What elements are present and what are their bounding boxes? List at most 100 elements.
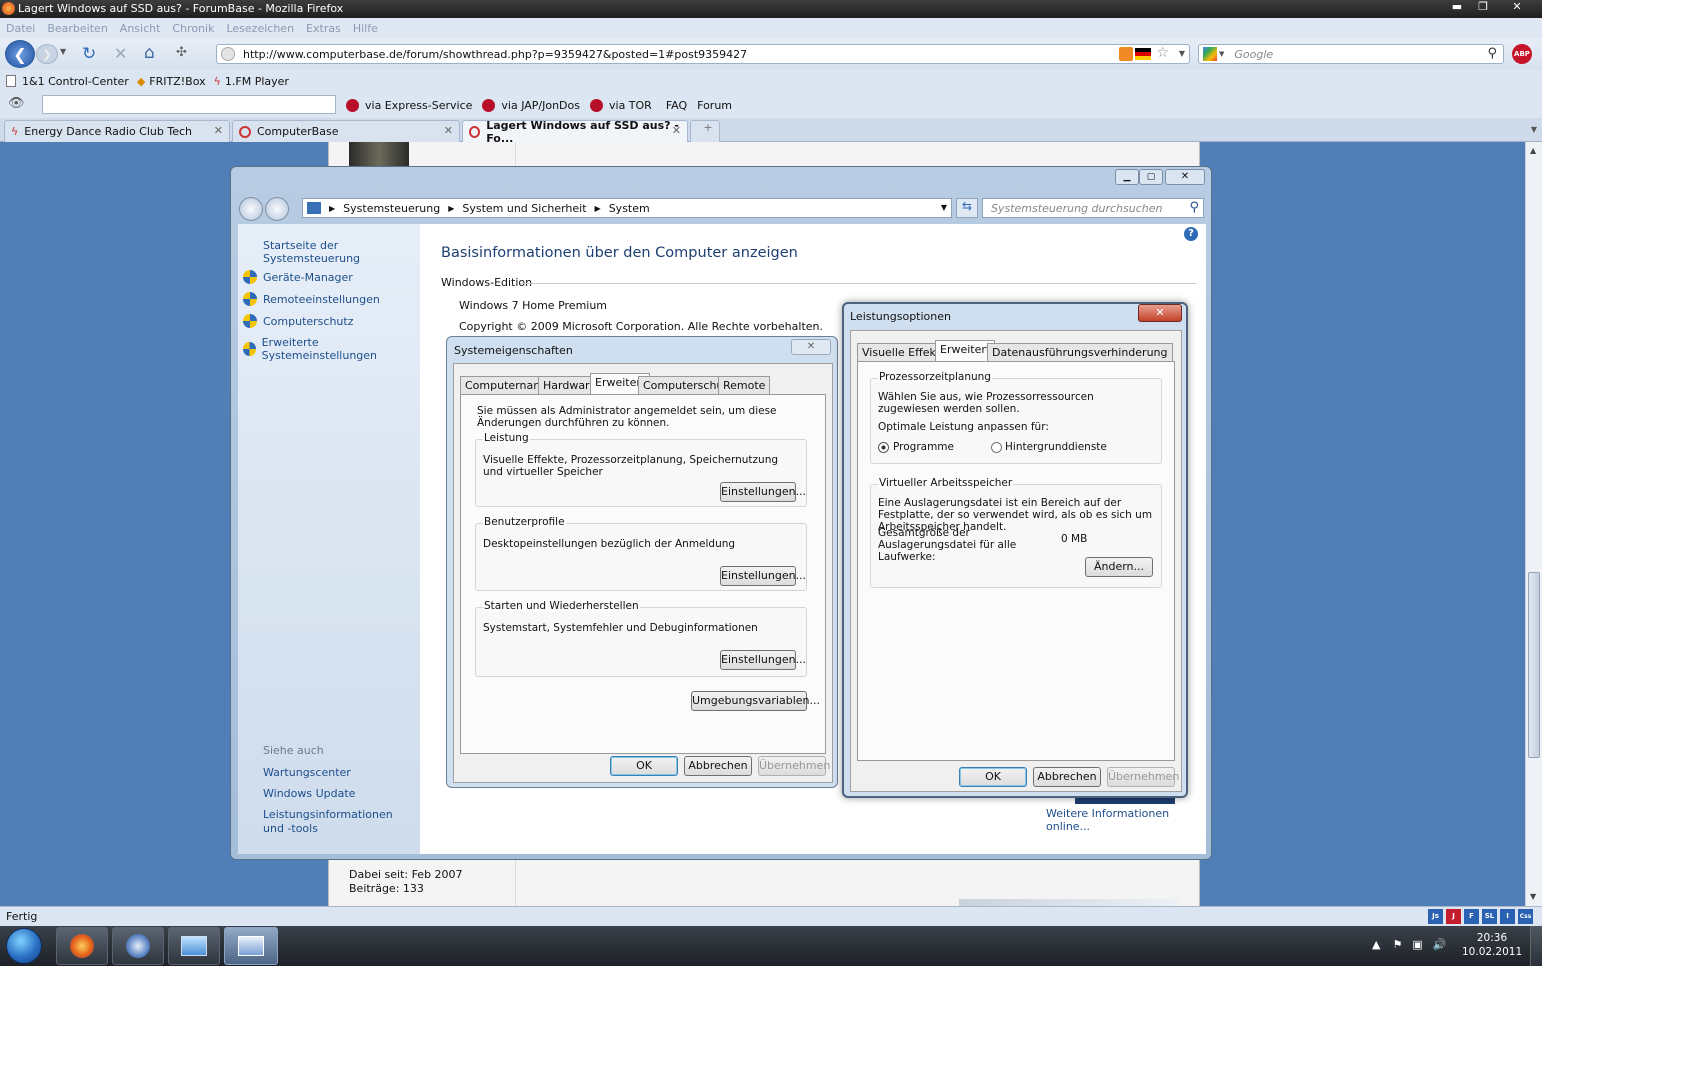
search-bar[interactable]: ▼ Google ⚲	[1198, 44, 1504, 64]
change-button[interactable]: Ändern...	[1085, 557, 1153, 577]
url-bar[interactable]: http://www.computerbase.de/forum/showthr…	[216, 44, 1190, 64]
menu-ansicht[interactable]: Ansicht	[120, 22, 161, 35]
breadcrumb-systemsteuerung[interactable]: Systemsteuerung	[343, 202, 440, 215]
taskbar-control-panel[interactable]	[224, 927, 278, 965]
help-icon[interactable]: ?	[1184, 227, 1198, 241]
bookmark-1und1[interactable]: 1&1 Control-Center	[22, 75, 129, 88]
cp-forward-button[interactable]	[265, 197, 289, 221]
flash-status-icon[interactable]: F	[1464, 909, 1479, 924]
cp-back-button[interactable]	[239, 197, 263, 221]
forward-button[interactable]: ❯	[36, 44, 58, 64]
faq-link[interactable]: FAQ	[666, 99, 687, 112]
tab-dep[interactable]: Datenausführungsverhinderung	[987, 343, 1173, 361]
windows-update-link[interactable]: Windows Update	[263, 787, 355, 800]
history-dropdown-icon[interactable]: ▼	[60, 47, 66, 56]
rss-icon[interactable]	[1119, 47, 1133, 61]
cp-refresh-icon[interactable]: ⇆	[956, 198, 978, 218]
maximize-button[interactable]: ❐	[1470, 0, 1496, 16]
search-icon[interactable]: ⚲	[1189, 200, 1199, 215]
action-center-flag-icon[interactable]: ⚑	[1392, 938, 1402, 951]
url-text[interactable]: http://www.computerbase.de/forum/showthr…	[243, 48, 747, 61]
profiles-settings-button[interactable]: Einstellungen...	[720, 566, 806, 586]
radio-services[interactable]	[991, 441, 1002, 453]
engine-dropdown-icon[interactable]: ▼	[1219, 50, 1224, 58]
cancel-button[interactable]: Abbrechen	[684, 756, 752, 776]
show-desktop-button[interactable]	[1530, 926, 1542, 966]
device-manager-link[interactable]: Geräte-Manager	[263, 271, 353, 284]
image-status-icon[interactable]: I	[1500, 909, 1515, 924]
performance-settings-button[interactable]: Einstellungen...	[720, 482, 806, 502]
menu-chronik[interactable]: Chronik	[172, 22, 214, 35]
radio-programs[interactable]	[878, 441, 889, 453]
site-identity-icon[interactable]	[221, 47, 235, 61]
clock[interactable]: 20:36 10.02.2011	[1462, 931, 1522, 959]
ok-button[interactable]: OK	[610, 756, 678, 776]
cp-home-link[interactable]: Startseite der Systemsteuerung	[263, 239, 420, 265]
menu-hilfe[interactable]: Hilfe	[353, 22, 378, 35]
more-info-link[interactable]: Weitere Informationen online...	[1046, 807, 1206, 833]
start-button[interactable]	[6, 928, 42, 964]
tab-close-icon[interactable]: ✕	[672, 124, 681, 137]
forum-link[interactable]: Forum	[697, 99, 732, 112]
menu-extras[interactable]: Extras	[306, 22, 341, 35]
cp-close-button[interactable]: ✕	[1165, 169, 1205, 185]
remote-settings-link[interactable]: Remoteeinstellungen	[263, 293, 380, 306]
via-express-service-link[interactable]: via Express-Service	[365, 99, 472, 112]
cp-search-placeholder[interactable]: Systemsteuerung durchsuchen	[991, 202, 1162, 215]
radio-programs-label[interactable]: Programme	[893, 441, 954, 453]
bookmark-star-icon[interactable]: ☆	[1156, 45, 1169, 61]
post-buttons[interactable]	[959, 899, 1179, 906]
menu-datei[interactable]: Datei	[6, 22, 35, 35]
bookmark-1fm-player[interactable]: 1.FM Player	[225, 75, 289, 88]
tab-computerbase[interactable]: ComputerBase ✕	[232, 120, 460, 142]
cancel-button[interactable]: Abbrechen	[1033, 767, 1101, 787]
apply-button[interactable]: Übernehmen	[758, 756, 830, 776]
menu-lesezeichen[interactable]: Lesezeichen	[226, 22, 294, 35]
css-status-icon[interactable]: Css	[1518, 909, 1533, 924]
address-dropdown-icon[interactable]: ▼	[941, 203, 947, 212]
tab-close-icon[interactable]: ✕	[444, 124, 453, 137]
startup-settings-button[interactable]: Einstellungen...	[720, 650, 806, 670]
cp-maximize-button[interactable]: ▢	[1139, 169, 1163, 185]
tab-remote[interactable]: Remote	[718, 376, 771, 394]
cp-address-bar[interactable]: ▶ Systemsteuerung ▶ System und Sicherhei…	[302, 198, 952, 218]
via-jap-link[interactable]: via JAP/JonDos	[501, 99, 580, 112]
cp-search-field[interactable]: Systemsteuerung durchsuchen ⚲	[982, 198, 1204, 218]
page-scrollbar[interactable]: ▲ ▼	[1525, 142, 1542, 906]
computer-protection-link[interactable]: Computerschutz	[263, 315, 354, 328]
search-icon[interactable]: ⚲	[1487, 46, 1497, 61]
bookmark-fritzbox[interactable]: FRITZ!Box	[149, 75, 205, 88]
breadcrumb-system[interactable]: System	[609, 202, 650, 215]
scroll-down-icon[interactable]: ▼	[1530, 892, 1536, 901]
menu-bearbeiten[interactable]: Bearbeiten	[47, 22, 107, 35]
via-tor-link[interactable]: via TOR	[609, 99, 652, 112]
dialog-close-button[interactable]: ✕	[1138, 304, 1182, 322]
back-button[interactable]: ❮	[5, 40, 35, 68]
toolbar-input[interactable]	[42, 95, 336, 114]
environment-variables-button[interactable]: Umgebungsvariablen...	[691, 691, 820, 711]
taskbar-firefox[interactable]	[56, 927, 108, 965]
silverlight-status-icon[interactable]: SL	[1482, 909, 1497, 924]
taskbar-explorer[interactable]	[168, 927, 220, 965]
addon-icon[interactable]: ✣	[176, 45, 187, 60]
dialog-close-button[interactable]: ✕	[791, 339, 831, 355]
tab-close-icon[interactable]: ✕	[214, 124, 223, 137]
close-button[interactable]: ✕	[1504, 0, 1530, 16]
tab-list-icon[interactable]: ▼	[1526, 122, 1542, 138]
eye-icon[interactable]: 👁	[8, 96, 25, 111]
new-tab-button[interactable]: +	[690, 120, 720, 142]
url-dropdown-icon[interactable]: ▼	[1179, 49, 1185, 58]
tab-energy-radio[interactable]: ϟ Energy Dance Radio Club Tech ✕	[4, 120, 230, 142]
volume-icon[interactable]: 🔊	[1433, 938, 1447, 951]
google-icon[interactable]	[1203, 47, 1217, 61]
network-icon[interactable]: ▣	[1412, 938, 1422, 951]
scroll-thumb[interactable]	[1528, 572, 1540, 758]
radio-services-label[interactable]: Hintergrunddienste	[1005, 441, 1107, 453]
apply-button[interactable]: Übernehmen	[1107, 767, 1179, 787]
show-hidden-icons[interactable]: ▲	[1372, 938, 1380, 951]
ok-button[interactable]: OK	[959, 767, 1027, 787]
search-placeholder[interactable]: Google	[1234, 48, 1273, 61]
java-status-icon[interactable]: J	[1446, 909, 1461, 924]
breadcrumb-sicherheit[interactable]: System und Sicherheit	[462, 202, 586, 215]
cp-minimize-button[interactable]: ▁	[1115, 169, 1139, 185]
